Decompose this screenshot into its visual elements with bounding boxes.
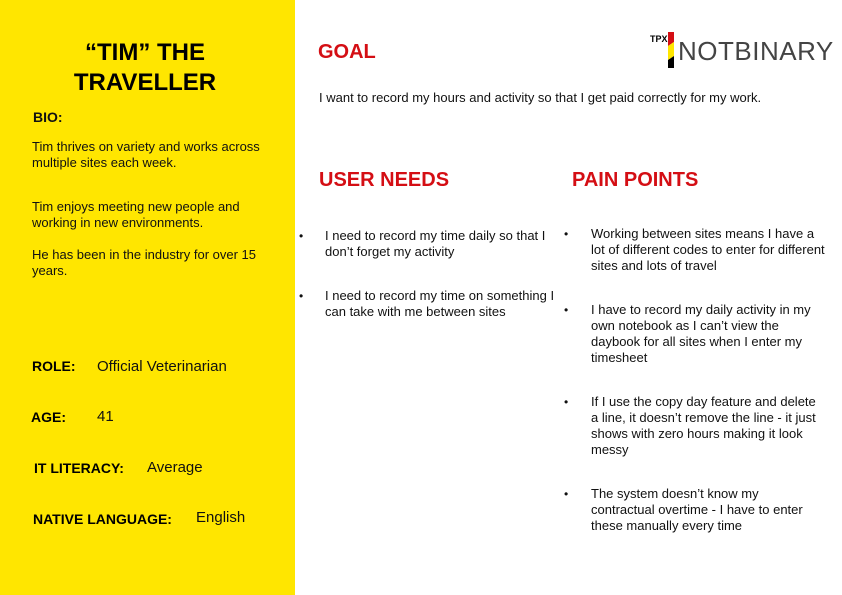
- pain-points-heading: PAIN POINTS: [572, 169, 699, 191]
- list-item: • Working between sites means I have a l…: [564, 226, 825, 274]
- bullet-icon: •: [299, 229, 304, 243]
- pain-point-text: I have to record my daily activity in my…: [591, 302, 811, 365]
- native-language-label: NATIVE LANGUAGE:: [33, 511, 172, 527]
- pain-point-text: Working between sites means I have a lot…: [591, 226, 825, 273]
- persona-title-line-1: “TIM” THE: [85, 39, 205, 66]
- notbinary-logo: TPX NOTBINARY: [648, 28, 833, 74]
- it-literacy-value: Average: [147, 459, 203, 476]
- role-label: ROLE:: [32, 358, 76, 374]
- age-label: AGE:: [31, 409, 66, 425]
- bullet-icon: •: [564, 395, 569, 409]
- user-needs-heading: USER NEEDS: [319, 169, 450, 191]
- bullet-icon: •: [564, 303, 569, 317]
- role-value: Official Veterinarian: [97, 358, 227, 375]
- user-needs-list: • I need to record my time daily so that…: [299, 228, 557, 320]
- list-item: • I need to record my time on something …: [299, 288, 557, 320]
- bio-paragraph-3: He has been in the industry for over 15 …: [32, 247, 257, 278]
- bio-label: BIO:: [33, 109, 63, 125]
- list-item: • I need to record my time daily so that…: [299, 228, 557, 260]
- age-value: 41: [97, 408, 114, 425]
- it-literacy-label: IT LITERACY:: [34, 460, 124, 476]
- goal-text: I want to record my hours and activity s…: [319, 90, 762, 105]
- list-item: • The system doesn’t know my contractual…: [564, 486, 825, 534]
- pain-point-text: The system doesn’t know my contractual o…: [591, 486, 803, 533]
- logo-wordmark: NOTBINARY: [678, 36, 834, 66]
- list-item: • If I use the copy day feature and dele…: [564, 394, 825, 458]
- native-language-value: English: [196, 509, 246, 526]
- bio-paragraph-2: Tim enjoys meeting new people and workin…: [32, 199, 240, 230]
- pain-point-text: If I use the copy day feature and delete…: [591, 394, 816, 457]
- bullet-icon: •: [299, 289, 304, 303]
- persona-title-line-2: TRAVELLER: [73, 69, 217, 96]
- list-item: • I have to record my daily activity in …: [564, 302, 825, 366]
- bullet-icon: •: [564, 227, 569, 241]
- pain-points-list: • Working between sites means I have a l…: [564, 226, 825, 534]
- bullet-icon: •: [564, 487, 569, 501]
- user-need-text: I need to record my time on something I …: [325, 288, 555, 319]
- goal-heading: GOAL: [318, 41, 376, 63]
- persona-sidebar: “TIM” THE TRAVELLER BIO: Tim thrives on …: [0, 0, 295, 595]
- user-need-text: I need to record my time daily so that I…: [325, 228, 546, 259]
- persona-title: “TIM” THE TRAVELLER: [20, 38, 270, 98]
- bio-paragraph-1: Tim thrives on variety and works across …: [32, 139, 260, 170]
